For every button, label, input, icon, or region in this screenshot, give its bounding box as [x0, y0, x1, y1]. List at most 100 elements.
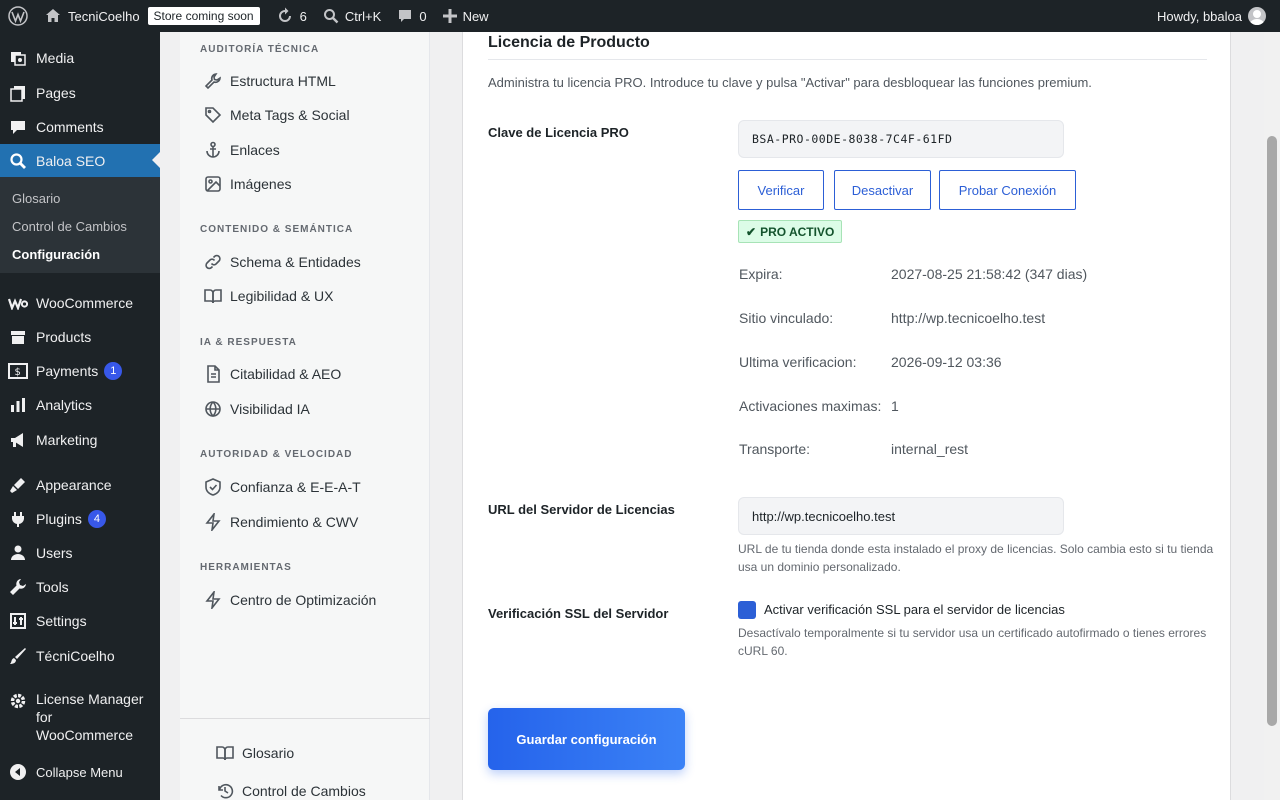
plugins-count-badge: 4: [87, 510, 106, 528]
payments-icon: $: [8, 363, 28, 379]
menu-label: Analytics: [36, 397, 93, 413]
linked-site-value: http://wp.tecnicoelho.test: [891, 310, 1046, 326]
card-description: Administra tu licencia PRO. Introduce tu…: [488, 75, 1092, 90]
menu-item-woocommerce[interactable]: WooCommerce: [0, 286, 160, 320]
menu-item-tools[interactable]: Tools: [0, 570, 160, 604]
search-shortcut: Ctrl+K: [344, 8, 382, 24]
nav-link-legibilidad[interactable]: Legibilidad & UX: [204, 287, 334, 305]
license-key-input[interactable]: BSA-PRO-00DE-8038-7C4F-61FD: [738, 120, 1064, 158]
ssl-help: Desactívalo temporalmente si tu servidor…: [738, 626, 1207, 658]
menu-label: Settings: [36, 613, 87, 629]
pages-icon: [10, 86, 25, 102]
users-icon: [11, 545, 25, 560]
menu-item-marketing[interactable]: Marketing: [0, 423, 160, 457]
history-icon: [218, 783, 234, 799]
plus-icon: [442, 9, 457, 23]
comment-icon: [399, 10, 412, 22]
brush-icon: [10, 648, 26, 664]
collapse-menu-button[interactable]: Collapse Menu: [0, 755, 160, 789]
nav-link-centro-optimizacion[interactable]: Centro de Optimización: [204, 591, 376, 609]
menu-item-payments[interactable]: $ Payments 1: [0, 354, 160, 388]
submenu-item-configuracion[interactable]: Configuración: [12, 247, 100, 262]
image-icon: [205, 176, 221, 192]
nav-link-imagenes[interactable]: Imágenes: [204, 175, 291, 193]
comments-icon: [11, 121, 25, 134]
settings-icon: [10, 613, 26, 629]
command-search-link[interactable]: Ctrl+K: [315, 0, 389, 32]
footer-link-control-cambios[interactable]: Control de Cambios: [216, 782, 366, 800]
updates-link[interactable]: 6: [268, 0, 315, 32]
ssl-checkbox-label[interactable]: Activar verificación SSL para el servido…: [764, 602, 1065, 617]
verify-button[interactable]: Verificar: [738, 170, 824, 210]
section-ia-respuesta: IA & RESPUESTA: [200, 337, 297, 348]
menu-label: Plugins: [36, 511, 82, 527]
license-settings-card: Licencia de Producto Administra tu licen…: [462, 32, 1231, 800]
menu-item-analytics[interactable]: Analytics: [0, 388, 160, 422]
wordpress-logo-icon[interactable]: [0, 0, 36, 32]
nav-link-estructura-html[interactable]: Estructura HTML: [204, 72, 336, 90]
deactivate-button[interactable]: Desactivar: [834, 170, 931, 210]
nav-link-schema[interactable]: Schema & Entidades: [204, 253, 361, 271]
footer-link-glosario[interactable]: Glosario: [216, 744, 294, 762]
transport-label: Transporte:: [739, 441, 811, 457]
menu-item-plugins[interactable]: Plugins 4: [0, 502, 160, 536]
server-url-help: URL de tu tienda donde esta instalado el…: [738, 542, 1214, 574]
account-menu[interactable]: Howdy, bbaloa: [1149, 0, 1280, 32]
menu-label: Marketing: [36, 432, 98, 448]
transport-value: internal_rest: [891, 441, 969, 457]
comments-link[interactable]: 0: [389, 0, 434, 32]
shield-check-icon: [205, 478, 221, 496]
nav-link-visibilidad-ia[interactable]: Visibilidad IA: [204, 400, 310, 418]
book-open-icon: [204, 289, 222, 304]
book-open-icon: [216, 746, 234, 761]
menu-item-media[interactable]: Media: [0, 41, 160, 75]
scrollbar-thumb[interactable]: [1267, 136, 1277, 726]
lightning-icon: [205, 591, 221, 609]
nav-link-rendimiento[interactable]: Rendimiento & CWV: [204, 513, 358, 531]
server-url-label: URL del Servidor de Licencias: [488, 502, 675, 517]
max-activations-label: Activaciones maximas:: [739, 398, 882, 414]
nav-link-confianza[interactable]: Confianza & E-E-A-T: [204, 478, 361, 496]
nav-link-label: Imágenes: [230, 176, 292, 192]
menu-label: Collapse Menu: [36, 764, 123, 780]
menu-item-pages[interactable]: Pages: [0, 76, 160, 110]
menu-label: Media: [36, 50, 75, 66]
marketing-icon: [11, 433, 23, 447]
submenu-item-glosario[interactable]: Glosario: [12, 191, 60, 206]
nav-link-meta-tags[interactable]: Meta Tags & Social: [204, 106, 350, 124]
menu-item-settings[interactable]: Settings: [0, 604, 160, 638]
greeting: Howdy, bbaloa: [1156, 8, 1242, 24]
submenu-item-control-cambios[interactable]: Control de Cambios: [12, 219, 127, 234]
test-connection-button[interactable]: Probar Conexión: [939, 170, 1076, 210]
tools-icon: [10, 579, 26, 595]
menu-item-users[interactable]: Users: [0, 536, 160, 570]
nav-link-enlaces[interactable]: Enlaces: [204, 141, 280, 159]
menu-label: TécniCoelho: [36, 648, 115, 664]
check-icon: ✔: [746, 224, 757, 239]
menu-item-license-manager[interactable]: License Manager for WooCommerce: [0, 690, 160, 746]
menu-label: WooCommerce: [36, 295, 133, 311]
save-settings-button[interactable]: Guardar configuración: [488, 708, 685, 770]
menu-item-products[interactable]: Products: [0, 320, 160, 354]
updates-icon: [278, 7, 291, 22]
menu-item-comments[interactable]: Comments: [0, 110, 160, 144]
menu-item-tecnicoelho[interactable]: TécniCoelho: [0, 639, 160, 673]
page-scrollbar[interactable]: [1264, 32, 1280, 800]
menu-label: License Manager for WooCommerce: [36, 691, 144, 743]
payments-count-badge: 1: [104, 362, 123, 380]
menu-item-appearance[interactable]: Appearance: [0, 468, 160, 502]
server-url-input[interactable]: http://wp.tecnicoelho.test: [738, 497, 1064, 535]
section-herramientas: HERRAMIENTAS: [200, 562, 292, 573]
nav-link-citabilidad[interactable]: Citabilidad & AEO: [204, 365, 341, 383]
nav-link-label: Enlaces: [230, 142, 280, 158]
new-content-link[interactable]: New: [435, 0, 497, 32]
tag-icon: [205, 107, 222, 124]
site-name: TecniCoelho: [68, 8, 140, 24]
card-title: Licencia de Producto: [488, 34, 650, 51]
products-icon: [11, 331, 25, 344]
appearance-icon: [10, 478, 25, 493]
nav-link-label: Confianza & E-E-A-T: [230, 479, 361, 495]
ssl-checkbox[interactable]: [738, 601, 756, 619]
site-name-link[interactable]: TecniCoelho Store coming soon: [36, 0, 268, 32]
menu-item-baloa-seo[interactable]: Baloa SEO: [0, 144, 160, 178]
